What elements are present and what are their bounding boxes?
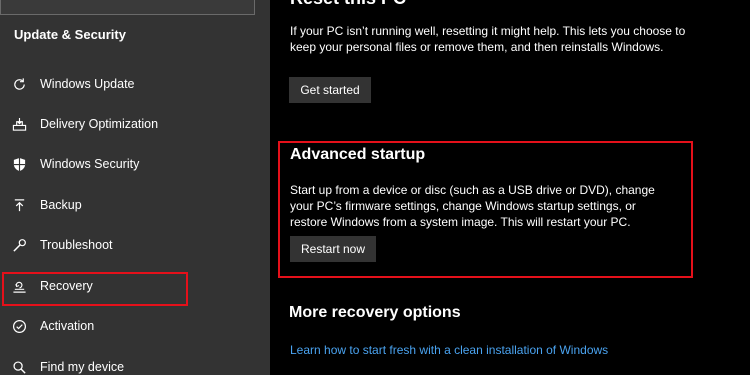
activation-check-icon <box>11 318 27 334</box>
restart-now-button[interactable]: Restart now <box>290 236 376 262</box>
shield-icon <box>11 156 27 172</box>
find-device-icon <box>11 359 27 375</box>
sidebar-item-delivery-optimization[interactable]: Delivery Optimization <box>0 106 270 142</box>
get-started-button[interactable]: Get started <box>289 77 371 103</box>
reset-pc-heading: Reset this PC <box>290 0 406 9</box>
sidebar-item-troubleshoot[interactable]: Troubleshoot <box>0 227 270 263</box>
sidebar-item-label: Activation <box>40 319 95 333</box>
sidebar-item-recovery[interactable]: Recovery <box>0 268 270 304</box>
sidebar-item-find-my-device[interactable]: Find my device <box>0 349 270 375</box>
section-title: Update & Security <box>14 27 126 42</box>
settings-window: Update & Security Windows Update Deliver… <box>0 0 750 375</box>
delivery-optimization-icon <box>11 116 27 132</box>
more-recovery-options-heading: More recovery options <box>289 304 461 321</box>
sidebar-item-label: Windows Update <box>40 77 135 91</box>
sidebar-item-label: Backup <box>40 198 82 212</box>
sidebar: Update & Security Windows Update Deliver… <box>0 0 270 375</box>
reset-pc-description: If your PC isn’t running well, resetting… <box>290 24 686 54</box>
backup-arrow-icon <box>11 197 27 213</box>
sidebar-item-label: Recovery <box>40 279 93 293</box>
sidebar-item-windows-update[interactable]: Windows Update <box>0 66 270 102</box>
sidebar-item-windows-security[interactable]: Windows Security <box>0 146 270 182</box>
sidebar-item-activation[interactable]: Activation <box>0 308 270 344</box>
advanced-startup-heading: Advanced startup <box>290 146 426 163</box>
sidebar-item-label: Delivery Optimization <box>40 117 159 131</box>
clean-install-link[interactable]: Learn how to start fresh with a clean in… <box>290 343 608 357</box>
recovery-icon <box>11 278 27 294</box>
sidebar-item-backup[interactable]: Backup <box>0 187 270 223</box>
advanced-startup-description: Start up from a device or disc (such as … <box>290 183 655 229</box>
wrench-icon <box>11 237 27 253</box>
sidebar-item-label: Troubleshoot <box>40 238 113 252</box>
sidebar-item-label: Windows Security <box>40 157 140 171</box>
sidebar-item-label: Find my device <box>40 360 125 374</box>
main-content: Reset this PC If your PC isn’t running w… <box>270 0 750 375</box>
refresh-icon <box>11 76 27 92</box>
search-box[interactable] <box>0 0 255 15</box>
